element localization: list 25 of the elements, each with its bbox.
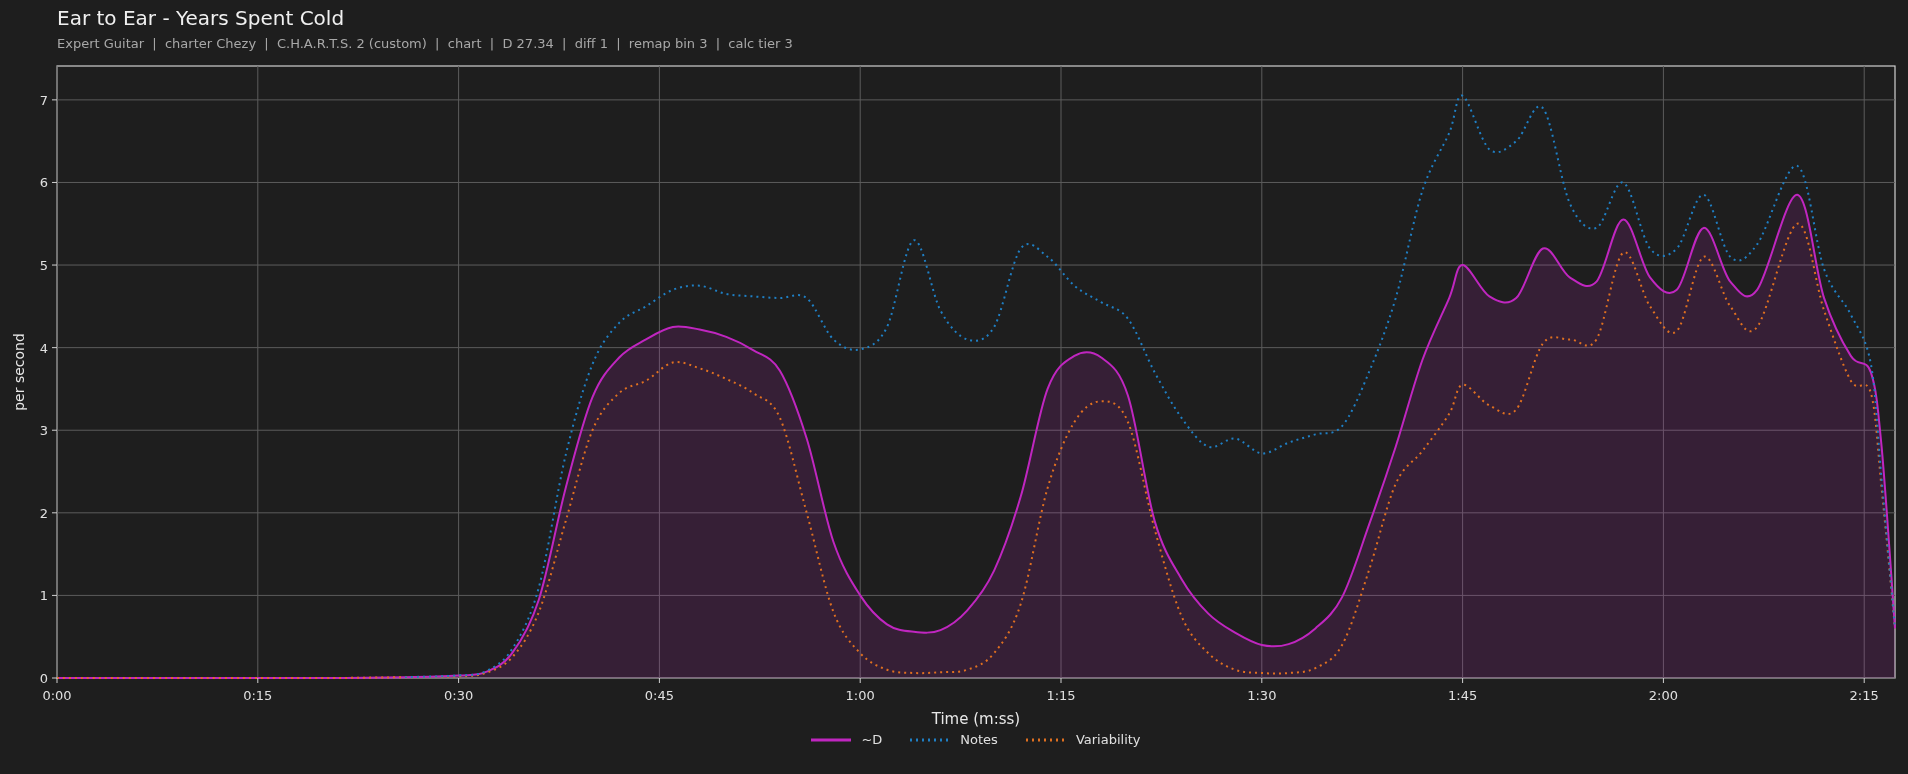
legend-label: ~D xyxy=(861,732,883,747)
chart-subtitle: Expert Guitar | charter Chezy | C.H.A.R.T.S. 2 (custom) | chart | D 27.34 | diff 1 | remap bin 3 | calc tier 3 xyxy=(57,36,794,51)
y-tick-label: 4 xyxy=(39,340,48,356)
y-tick-label: 2 xyxy=(39,505,48,521)
y-tick-label: 7 xyxy=(39,92,48,108)
x-tick-label: 0:45 xyxy=(644,688,674,703)
y-tick-label: 3 xyxy=(39,423,48,439)
legend-label: Notes xyxy=(960,732,998,747)
x-tick-label: 2:15 xyxy=(1849,688,1879,703)
legend-label: Variability xyxy=(1075,732,1141,747)
x-tick-label: 0:15 xyxy=(243,688,273,703)
y-tick-label: 5 xyxy=(39,258,48,274)
x-tick-label: 1:45 xyxy=(1448,688,1478,703)
y-axis-label: per second xyxy=(11,333,27,411)
x-tick-label: 1:15 xyxy=(1046,688,1076,703)
y-tick-label: 0 xyxy=(39,671,48,686)
y-tick-label: 1 xyxy=(39,588,48,604)
x-tick-label: 0:30 xyxy=(444,688,474,703)
x-tick-label: 1:30 xyxy=(1247,688,1277,703)
x-tick-label: 0:00 xyxy=(42,688,72,703)
x-tick-label: 2:00 xyxy=(1648,688,1678,703)
x-axis-label: Time (m:ss) xyxy=(931,710,1021,728)
y-tick-label: 6 xyxy=(39,175,48,191)
chart-title: Ear to Ear - Years Spent Cold xyxy=(57,6,346,30)
x-tick-label: 1:00 xyxy=(845,688,875,703)
